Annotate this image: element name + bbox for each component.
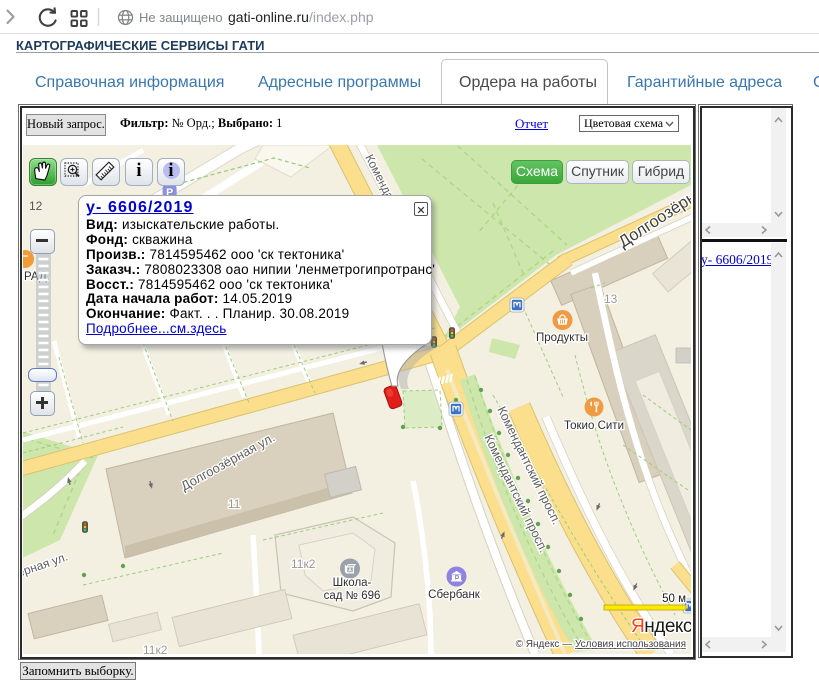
svg-text:Школа-: Школа- — [333, 577, 372, 589]
svg-text:11: 11 — [228, 497, 241, 511]
svg-text:11к2: 11к2 — [291, 557, 316, 571]
svg-text:© Яндекс — Условия использован: © Яндекс — Условия использования — [516, 639, 686, 650]
svg-text:Яндекс: Яндекс — [631, 616, 691, 637]
svg-text:Сбербанк: Сбербанк — [428, 589, 481, 601]
svg-text:Продукты: Продукты — [536, 332, 588, 344]
svg-text:11к2: 11к2 — [143, 643, 168, 654]
svg-text:50 м: 50 м — [662, 593, 686, 605]
svg-text:13: 13 — [604, 292, 618, 306]
svg-text:сад № 696: сад № 696 — [324, 590, 381, 602]
svg-text:Токио Сити: Токио Сити — [564, 420, 624, 432]
